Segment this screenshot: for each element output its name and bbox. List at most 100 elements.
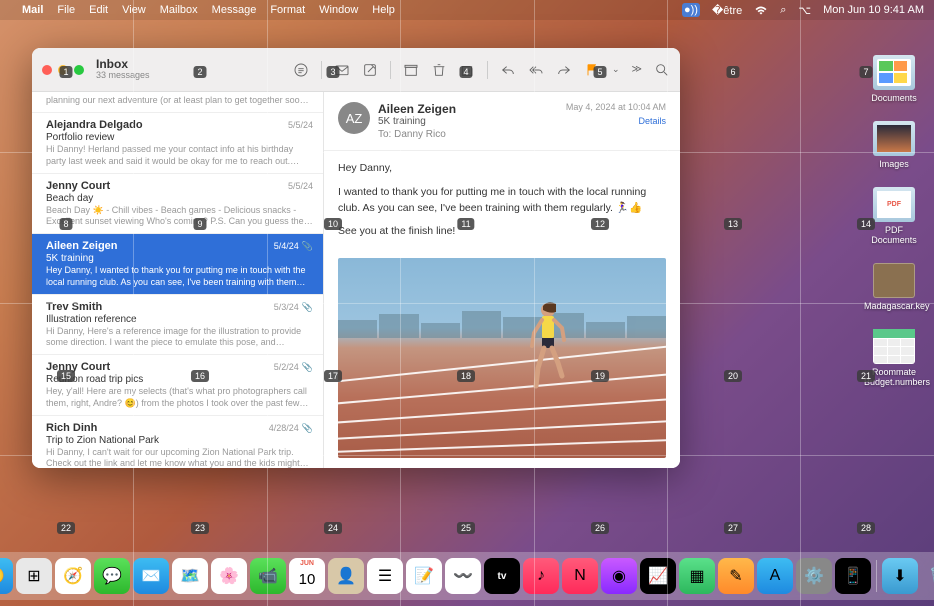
message-row[interactable]: Alejandra Delgado5/5/24Portfolio reviewH…	[32, 113, 323, 174]
dock-news[interactable]: N	[562, 558, 598, 594]
message-header: AZ Aileen Zeigen 5K training To: Danny R…	[324, 92, 680, 151]
dock-appstore[interactable]: A	[757, 558, 793, 594]
trash-icon[interactable]	[431, 62, 447, 78]
control-center-icon[interactable]: ⌥	[798, 4, 811, 17]
forward-icon[interactable]	[556, 62, 572, 78]
zoom-button[interactable]	[74, 65, 84, 75]
menu-window[interactable]: Window	[319, 4, 358, 16]
message-row[interactable]: Rich Dinh4/28/24📎Trip to Zion National P…	[32, 416, 323, 468]
dock-music[interactable]: ♪	[523, 558, 559, 594]
reply-icon[interactable]	[500, 62, 516, 78]
grid-marker: 13	[724, 218, 742, 230]
window-controls	[42, 65, 84, 75]
grid-marker: 25	[457, 522, 475, 534]
menu-edit[interactable]: Edit	[89, 4, 108, 16]
message-row[interactable]: Trev Smith5/3/24📎Illustration referenceH…	[32, 295, 323, 356]
dock-notes[interactable]: 📝	[406, 558, 442, 594]
from-name: Aileen Zeigen	[378, 102, 558, 116]
message-row[interactable]: planning our next adventure (or at least…	[32, 92, 323, 113]
dock-pages[interactable]: ✎	[718, 558, 754, 594]
dock-photos[interactable]: 🌸	[211, 558, 247, 594]
archive-icon[interactable]	[403, 62, 419, 78]
dock-maps[interactable]: 🗺️	[172, 558, 208, 594]
menu-message[interactable]: Message	[212, 4, 257, 16]
dock-messages[interactable]: 💬	[94, 558, 130, 594]
dock: 🙂⊞🧭💬✉️🗺️🌸📹JUN10👤☰📝〰️tv♪N◉📈▦✎A⚙️📱 ⬇🗑️	[0, 552, 934, 600]
mail-titlebar: Inbox 33 messages ⌄ ≫	[32, 48, 680, 92]
desktop-item-madagascar-key[interactable]: Madagascar.key	[864, 263, 924, 311]
toolbar: ⌄ ≫	[293, 61, 670, 79]
attachment-image[interactable]	[338, 258, 666, 458]
desktop-item-images[interactable]: Images	[873, 121, 915, 169]
new-message-icon[interactable]	[362, 62, 378, 78]
message-content: Hey Danny, I wanted to thank you for put…	[324, 151, 680, 468]
more-icon[interactable]: ≫	[632, 64, 642, 75]
wifi-icon[interactable]	[754, 5, 768, 16]
separator	[321, 61, 322, 79]
desktop-item-roommate-budget-numbers[interactable]: Roommate Budget.numbers	[864, 329, 924, 387]
message-row[interactable]: Jenny Court5/5/24Beach dayBeach Day ☀️ -…	[32, 174, 323, 235]
dock-finder[interactable]: 🙂	[0, 558, 13, 594]
grid-marker: 27	[724, 522, 742, 534]
to-line: To: Danny Rico	[378, 129, 558, 140]
grid-marker: 24	[324, 522, 342, 534]
dock-facetime[interactable]: 📹	[250, 558, 286, 594]
subject-line: 5K training	[378, 116, 558, 127]
menu-app[interactable]: Mail	[22, 4, 43, 16]
minimize-button[interactable]	[58, 65, 68, 75]
dock-downloads[interactable]: ⬇	[882, 558, 918, 594]
message-view: AZ Aileen Zeigen 5K training To: Danny R…	[324, 92, 680, 468]
grid-marker: 20	[724, 370, 742, 382]
dock-trash[interactable]: 🗑️	[921, 558, 934, 594]
dock-tv[interactable]: tv	[484, 558, 520, 594]
wifi-icon[interactable]: �être	[712, 4, 742, 17]
menu-help[interactable]: Help	[372, 4, 395, 16]
message-row[interactable]: Jenny Court5/2/24📎Reunion road trip pics…	[32, 355, 323, 416]
avatar: AZ	[338, 102, 370, 134]
dock-contacts[interactable]: 👤	[328, 558, 364, 594]
dock-freeform[interactable]: 〰️	[445, 558, 481, 594]
dock-stocks[interactable]: 📈	[640, 558, 676, 594]
menu-view[interactable]: View	[122, 4, 146, 16]
menu-mailbox[interactable]: Mailbox	[160, 4, 198, 16]
menu-file[interactable]: File	[57, 4, 75, 16]
close-button[interactable]	[42, 65, 52, 75]
separator	[390, 61, 391, 79]
desktop-item-documents[interactable]: Documents	[871, 55, 917, 103]
grid-marker: 22	[57, 522, 75, 534]
dock-podcasts[interactable]: ◉	[601, 558, 637, 594]
dock-separator	[876, 560, 877, 592]
dock-launchpad[interactable]: ⊞	[16, 558, 52, 594]
menu-format[interactable]: Format	[270, 4, 305, 16]
datetime[interactable]: Mon Jun 10 9:41 AM	[823, 4, 924, 16]
dock-calendar[interactable]: JUN10	[289, 558, 325, 594]
filter-icon[interactable]	[293, 62, 309, 78]
desktop-icons: Documents Images PDFPDF Documents Madagasca…	[864, 55, 924, 387]
dock-phone-mirror[interactable]: 📱	[835, 558, 871, 594]
dock-mail[interactable]: ✉️	[133, 558, 169, 594]
message-row[interactable]: Aileen Zeigen5/4/24📎5K trainingHey Danny…	[32, 234, 323, 295]
message-list[interactable]: planning our next adventure (or at least…	[32, 92, 324, 468]
desktop-item-pdf-documents[interactable]: PDFPDF Documents	[864, 187, 924, 245]
mailbox-title: Inbox 33 messages	[96, 58, 150, 81]
flag-icon[interactable]	[584, 62, 600, 78]
grid-marker: 26	[591, 522, 609, 534]
dock-reminders[interactable]: ☰	[367, 558, 403, 594]
flag-chevron-icon[interactable]: ⌄	[612, 64, 620, 75]
grid-marker: 23	[191, 522, 209, 534]
grid-marker: 28	[857, 522, 875, 534]
dock-settings[interactable]: ⚙️	[796, 558, 832, 594]
dock-safari[interactable]: 🧭	[55, 558, 91, 594]
reply-all-icon[interactable]	[528, 62, 544, 78]
dock-numbers[interactable]: ▦	[679, 558, 715, 594]
mailbox-count: 33 messages	[96, 71, 150, 81]
junk-icon[interactable]	[459, 62, 475, 78]
compose-icon[interactable]	[334, 62, 350, 78]
timestamp: May 4, 2024 at 10:04 AM	[566, 102, 666, 112]
runner-figure	[528, 298, 568, 398]
details-link[interactable]: Details	[566, 116, 666, 126]
separator	[487, 61, 488, 79]
siri-icon[interactable]: ●))	[682, 3, 700, 17]
search-icon[interactable]	[654, 62, 670, 78]
search-icon[interactable]: ⌕	[780, 4, 786, 17]
